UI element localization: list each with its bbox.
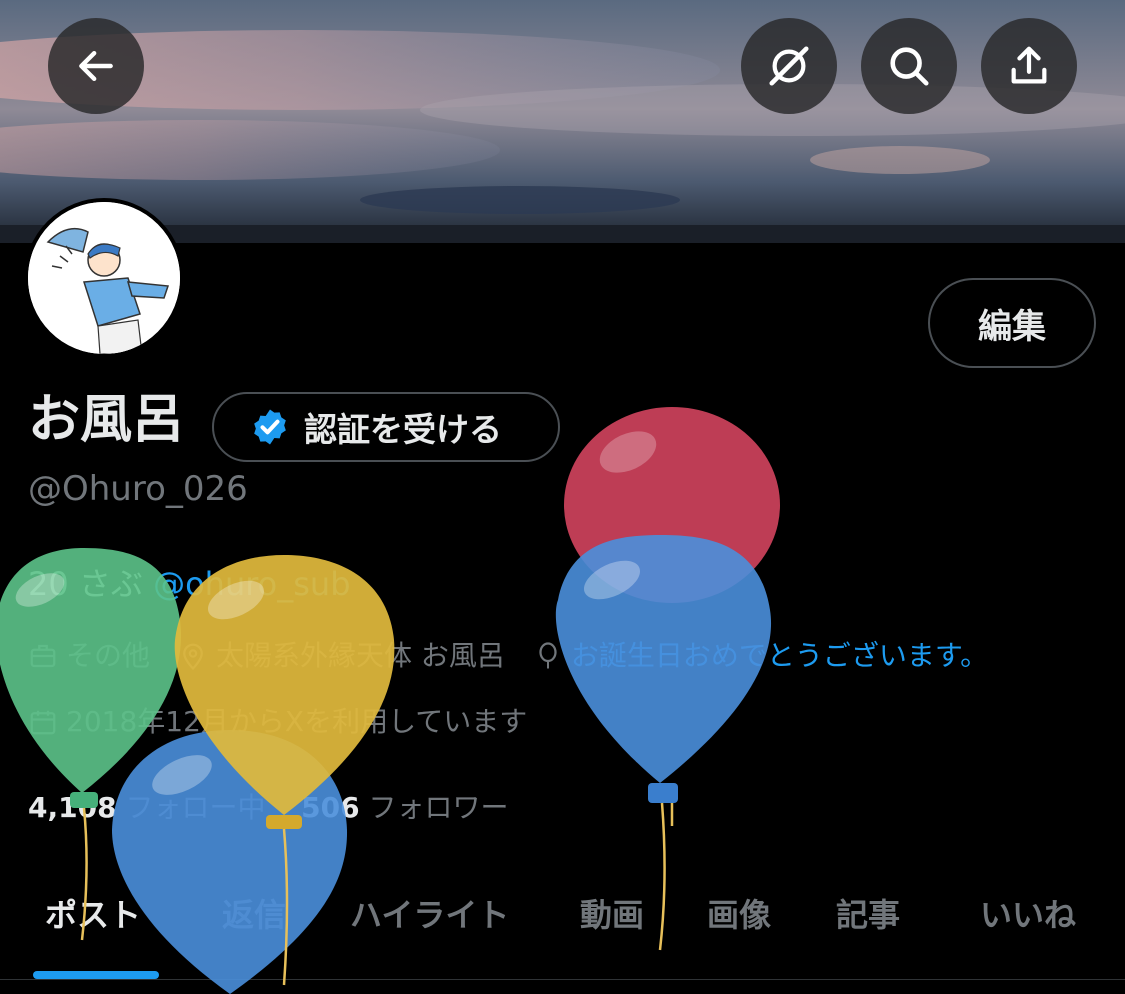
category: その他 xyxy=(28,636,150,676)
search-icon xyxy=(890,47,929,86)
red-balloon xyxy=(564,407,780,603)
profile-tabs: ポスト 返信 ハイライト 動画 画像 記事 いいね xyxy=(0,870,1125,980)
profile-banner[interactable] xyxy=(0,0,1125,243)
followers-label: フォロワー xyxy=(368,791,509,824)
following-count: 4,108 xyxy=(28,791,117,824)
verified-badge-icon xyxy=(254,409,286,445)
follow-stats: 4,108 フォロー中 506 フォロワー xyxy=(28,788,508,828)
birthday-message[interactable]: お誕生日おめでとうございます。 xyxy=(571,636,988,676)
birthday: お誕生日おめでとうございます。 xyxy=(533,636,988,676)
tab-photos[interactable]: 画像 xyxy=(707,890,771,936)
tab-videos[interactable]: 動画 xyxy=(580,890,644,936)
active-tab-indicator xyxy=(33,971,159,979)
location-pin-icon xyxy=(183,643,203,671)
grok-icon xyxy=(769,46,809,86)
back-button[interactable] xyxy=(48,18,144,114)
tab-likes[interactable]: いいね xyxy=(980,890,1076,936)
profile-meta: その他 太陽系外縁天体 お風呂 お誕生日おめでとうございます。 xyxy=(28,636,1016,676)
bio: 20 さぶ @ohuro_sub xyxy=(28,562,351,606)
followers-count: 506 xyxy=(301,791,360,824)
search-button[interactable] xyxy=(861,18,957,114)
share-icon xyxy=(1011,46,1047,84)
tab-articles[interactable]: 記事 xyxy=(836,890,900,936)
location: 太陽系外縁天体 お風呂 xyxy=(178,636,505,676)
briefcase-icon xyxy=(30,644,56,668)
join-date-label: 2018年12月からXを利用しています xyxy=(66,705,528,738)
followers-link[interactable]: 506 フォロワー xyxy=(301,791,508,824)
bio-text: 20 さぶ xyxy=(28,565,154,603)
calendar-icon xyxy=(30,710,56,735)
category-label: その他 xyxy=(66,639,151,672)
username: @Ohuro_026 xyxy=(28,469,248,509)
share-button[interactable] xyxy=(981,18,1077,114)
following-label: フォロー中 xyxy=(125,791,266,824)
edit-profile-button[interactable]: 編集 xyxy=(928,278,1096,368)
tab-replies[interactable]: 返信 xyxy=(222,890,286,936)
get-verified-button[interactable]: 認証を受ける xyxy=(212,392,560,462)
arrow-left-icon xyxy=(79,50,113,82)
grok-button[interactable] xyxy=(741,18,837,114)
avatar[interactable] xyxy=(24,198,184,358)
tab-posts[interactable]: ポスト xyxy=(45,890,141,936)
join-date: 2018年12月からXを利用しています xyxy=(28,702,527,742)
balloon-icon xyxy=(539,642,557,669)
location-label: 太陽系外縁天体 お風呂 xyxy=(216,639,505,672)
display-name: お風呂 xyxy=(28,390,185,450)
join-date-row: 2018年12月からXを利用しています xyxy=(28,702,555,742)
following-link[interactable]: 4,108 フォロー中 xyxy=(28,791,266,824)
bio-mention-link[interactable]: @ohuro_sub xyxy=(153,565,350,603)
tab-highlights[interactable]: ハイライト xyxy=(350,890,509,936)
get-verified-label: 認証を受ける xyxy=(304,410,502,449)
